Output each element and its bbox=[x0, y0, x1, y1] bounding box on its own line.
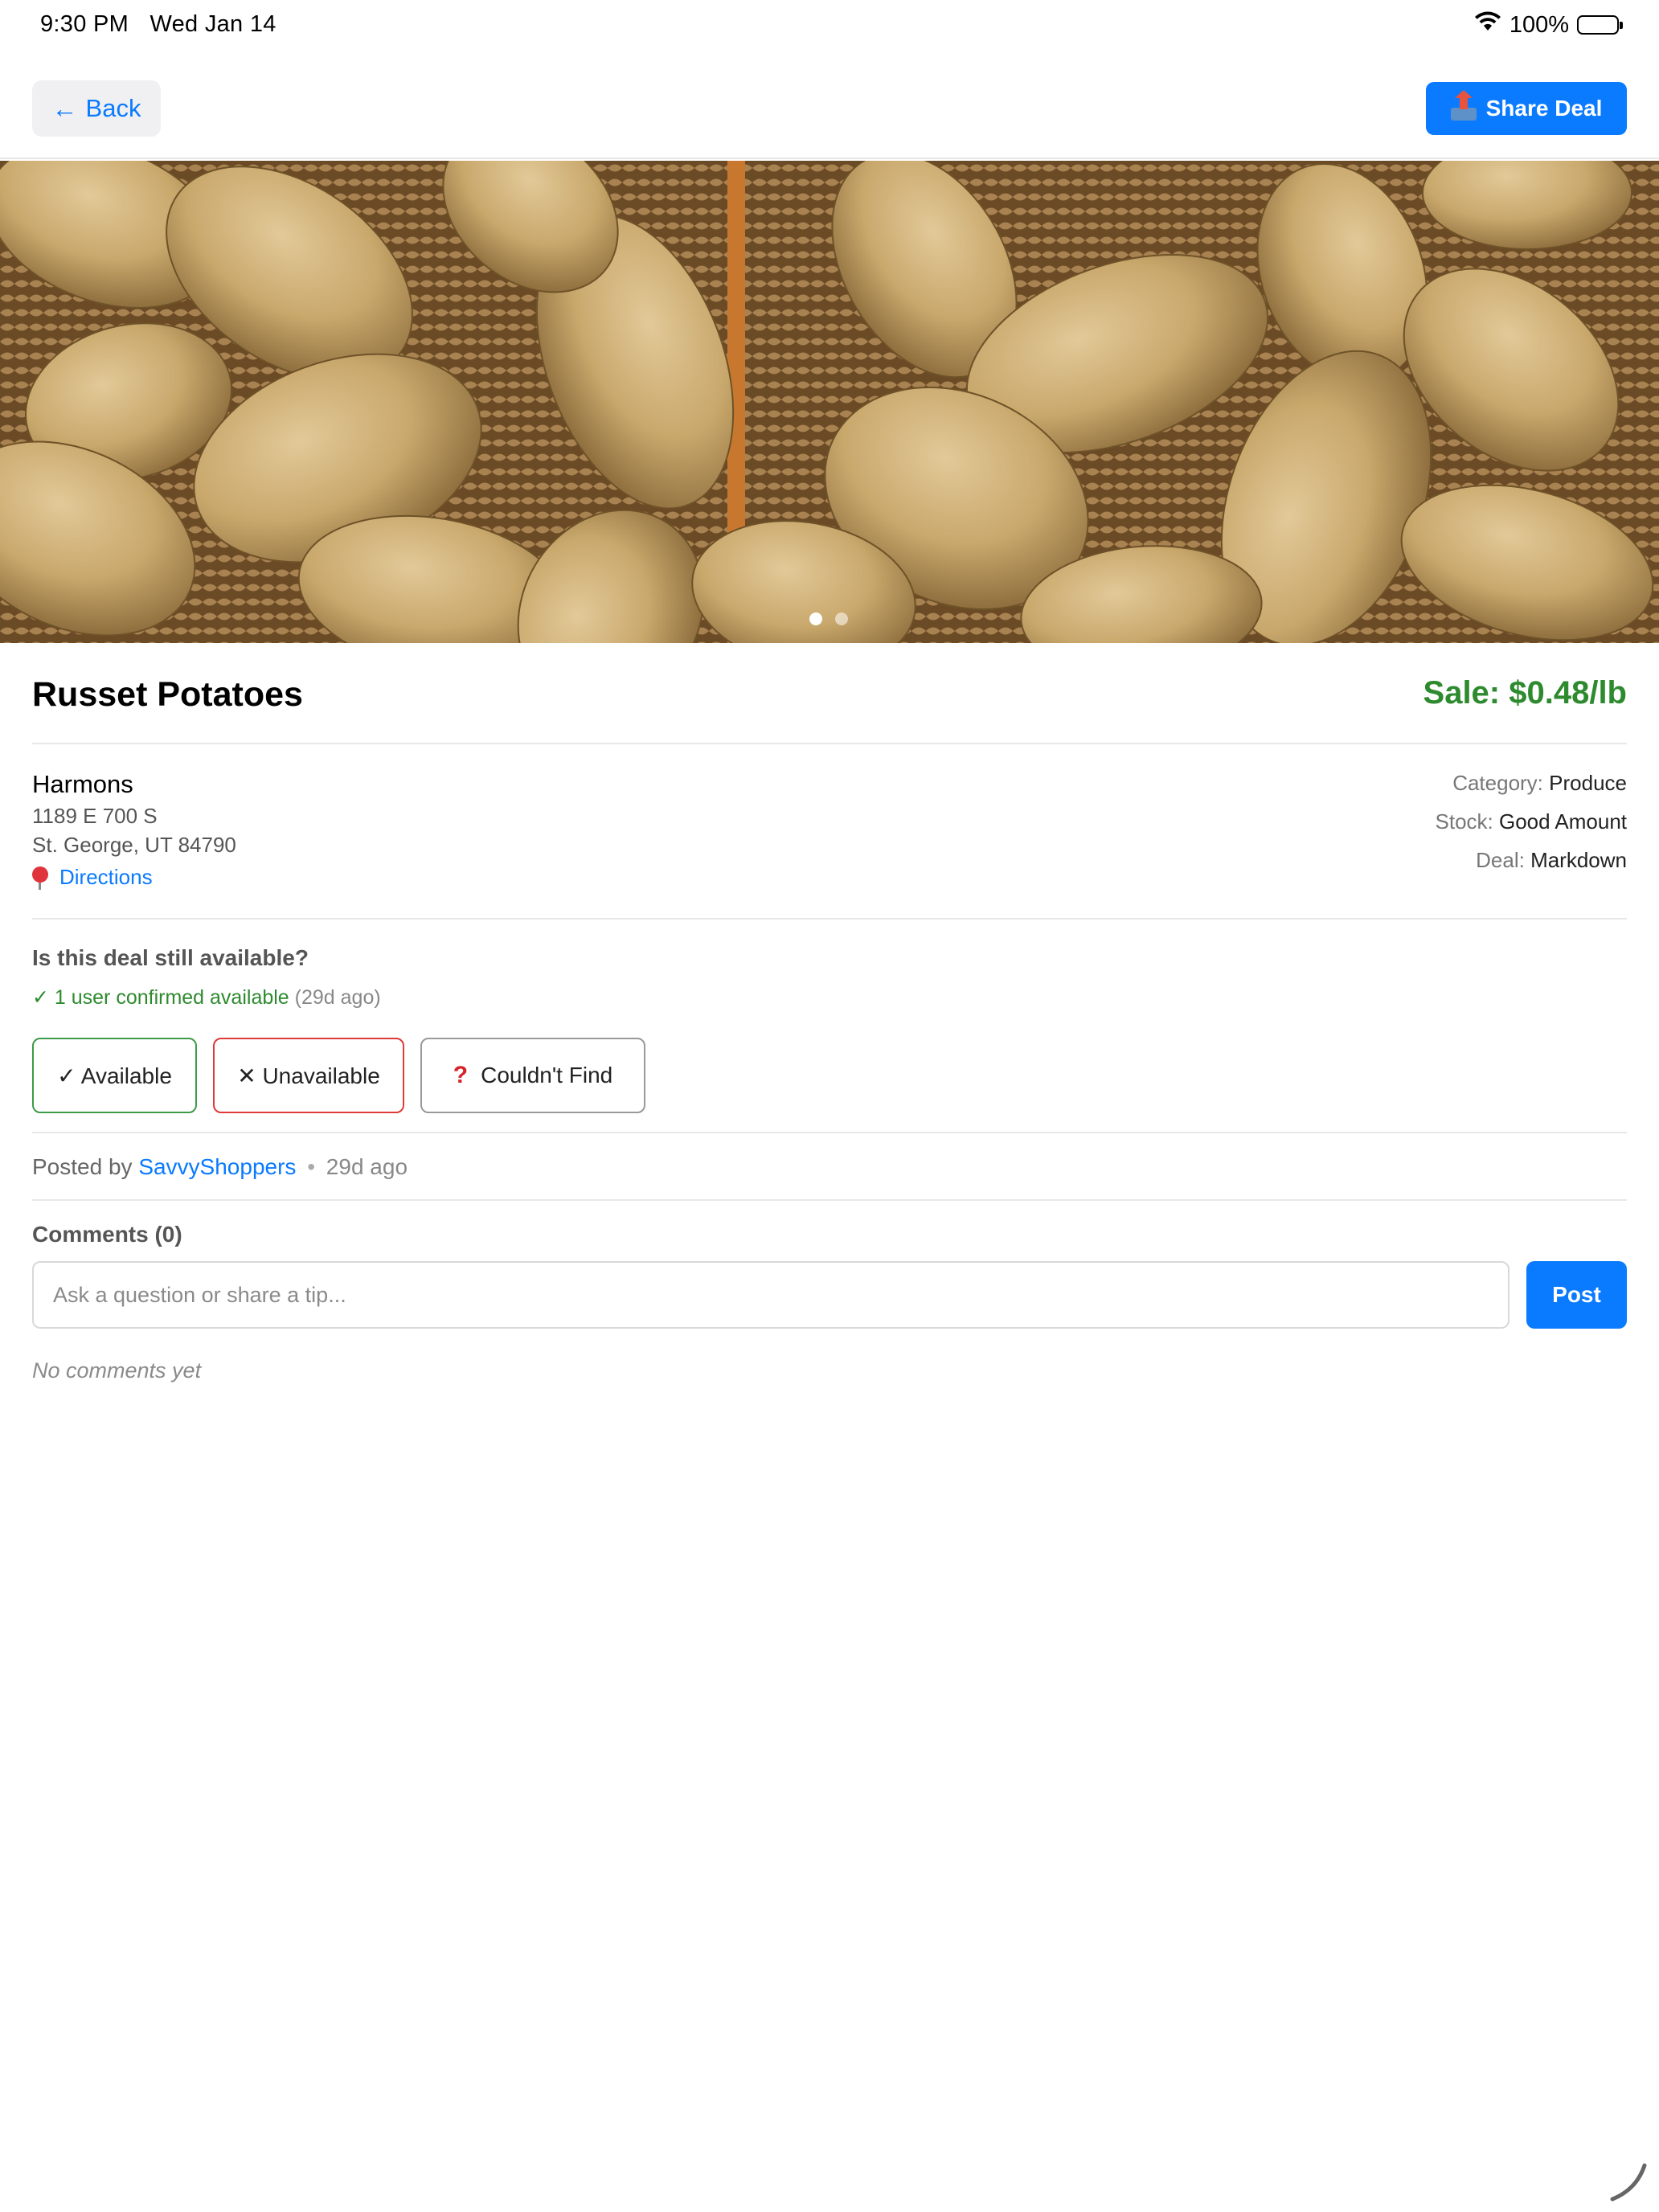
post-comment-button[interactable]: Post bbox=[1526, 1261, 1627, 1329]
deal-image-carousel[interactable] bbox=[0, 161, 1659, 643]
divider bbox=[32, 918, 1627, 920]
arrow-left-icon: ← bbox=[51, 93, 78, 123]
divider bbox=[32, 1132, 1627, 1133]
confirmed-ago: (29d ago) bbox=[294, 986, 381, 1009]
unavailable-label: ✕ Unavailable bbox=[237, 1063, 380, 1088]
stock-value: Good Amount bbox=[1499, 809, 1627, 834]
back-button[interactable]: ← Back bbox=[32, 80, 161, 137]
status-indicators: 100% bbox=[1474, 11, 1623, 39]
category-label: Category: bbox=[1452, 771, 1543, 795]
confirmed-text: ✓ 1 user confirmed available bbox=[32, 986, 289, 1009]
deal-title: Russet Potatoes bbox=[32, 675, 303, 714]
clock-date: Wed Jan 14 bbox=[150, 11, 276, 37]
potatoes-photo bbox=[0, 161, 1659, 643]
posted-by: Posted by SavvyShoppers • 29d ago bbox=[32, 1154, 408, 1180]
top-bar: ← Back Share Deal bbox=[0, 53, 1659, 159]
wifi-icon bbox=[1474, 11, 1501, 39]
comment-input[interactable] bbox=[32, 1261, 1509, 1329]
meta-category: Category: Produce bbox=[1452, 771, 1627, 796]
meta-stock: Stock: Good Amount bbox=[1436, 809, 1627, 834]
deal-type-value: Markdown bbox=[1530, 848, 1627, 872]
comments-header: Comments (0) bbox=[32, 1222, 182, 1247]
share-label: Share Deal bbox=[1485, 96, 1603, 121]
available-label: ✓ Available bbox=[57, 1063, 172, 1088]
status-time: 9:30 PM Wed Jan 14 bbox=[40, 11, 276, 38]
unavailable-button[interactable]: ✕ Unavailable bbox=[213, 1038, 404, 1113]
meta-deal-type: Deal: Markdown bbox=[1476, 848, 1627, 873]
deal-price: Sale: $0.48/lb bbox=[1423, 675, 1627, 711]
directions-label: Directions bbox=[59, 865, 153, 889]
back-label: Back bbox=[85, 94, 141, 122]
store-address-line2: St. George, UT 84790 bbox=[32, 833, 236, 857]
carousel-dot-active[interactable] bbox=[809, 612, 822, 625]
couldnt-find-button[interactable]: ? Couldn't Find bbox=[420, 1038, 645, 1113]
posted-time: 29d ago bbox=[326, 1154, 408, 1179]
carousel-dot[interactable] bbox=[835, 612, 848, 625]
outbox-tray-icon bbox=[1450, 90, 1477, 121]
clock-time: 9:30 PM bbox=[40, 11, 129, 37]
store-address-line1: 1189 E 700 S bbox=[32, 804, 158, 828]
posted-separator: • bbox=[307, 1154, 316, 1179]
map-pin-icon bbox=[32, 866, 48, 890]
posted-prefix: Posted by bbox=[32, 1154, 133, 1179]
carousel-dots[interactable] bbox=[809, 612, 848, 625]
divider bbox=[32, 1199, 1627, 1201]
status-bar: 9:30 PM Wed Jan 14 100% bbox=[0, 0, 1659, 53]
question-mark-icon: ? bbox=[453, 1062, 469, 1088]
title-row: Russet Potatoes Sale: $0.48/lb bbox=[32, 675, 1627, 739]
share-deal-button[interactable]: Share Deal bbox=[1426, 82, 1627, 135]
deal-type-label: Deal: bbox=[1476, 848, 1525, 872]
stock-label: Stock: bbox=[1435, 809, 1493, 834]
category-value: Produce bbox=[1549, 771, 1627, 795]
no-comments-text: No comments yet bbox=[32, 1358, 202, 1382]
divider bbox=[32, 743, 1627, 744]
directions-link[interactable]: Directions bbox=[32, 865, 153, 890]
battery-icon bbox=[1577, 15, 1623, 35]
availability-confirmation: ✓ 1 user confirmed available (29d ago) bbox=[32, 985, 381, 1010]
available-button[interactable]: ✓ Available bbox=[32, 1038, 197, 1113]
battery-percent: 100% bbox=[1509, 11, 1569, 38]
post-label: Post bbox=[1552, 1282, 1601, 1307]
availability-question: Is this deal still available? bbox=[32, 945, 309, 970]
couldnt-find-label: Couldn't Find bbox=[481, 1063, 613, 1088]
posted-user-link[interactable]: SavvyShoppers bbox=[138, 1154, 296, 1179]
home-indicator-icon bbox=[1610, 2163, 1647, 2202]
store-name: Harmons bbox=[32, 770, 133, 798]
